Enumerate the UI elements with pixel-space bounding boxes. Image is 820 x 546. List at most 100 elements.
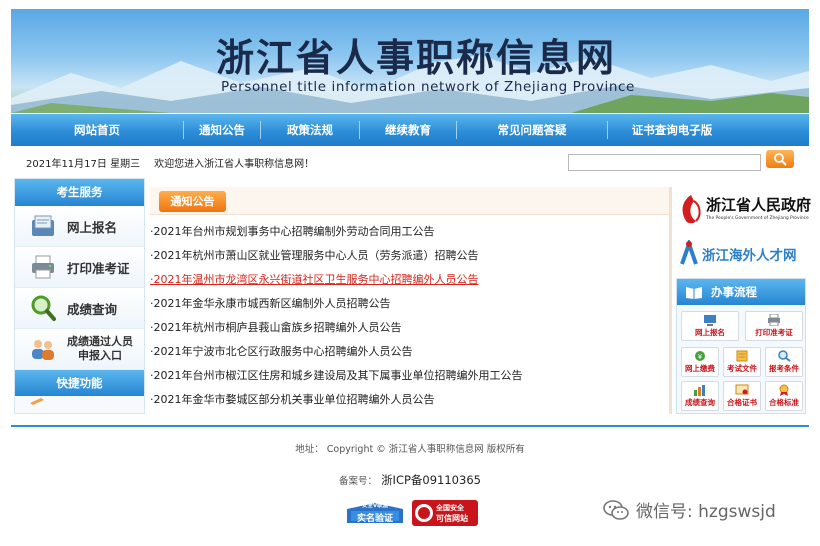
svg-text:¥: ¥ xyxy=(698,353,703,361)
printer-icon xyxy=(768,314,780,326)
certificate-icon xyxy=(735,384,749,395)
document-icon xyxy=(736,350,748,362)
list-item[interactable]: ·2021年台州市椒江区住房和城乡建设局及其下属事业单位招聘编外用工公告 xyxy=(150,366,670,390)
proc-standard-button[interactable]: 合格标准 xyxy=(765,381,803,411)
talent-logo-icon xyxy=(680,240,698,265)
wechat-watermark: 微信号: hzgswsjd xyxy=(602,497,776,522)
proc-label: 打印准考证 xyxy=(755,328,793,337)
magnifier-icon xyxy=(31,295,56,321)
people-icon xyxy=(32,340,54,360)
proc-score-query-button[interactable]: 成绩查询 xyxy=(681,381,719,411)
list-item[interactable]: ·2021年台州市规划事务中心招聘编制外劳动合同用工公告 xyxy=(150,222,670,246)
proc-conditions-button[interactable]: 报考条件 xyxy=(765,347,803,377)
notice-link[interactable]: ·2021年台州市椒江区住房和城乡建设局及其下属事业单位招聘编外用工公告 xyxy=(150,369,523,382)
sidebar-item-passed-entry[interactable]: 成绩通过人员 申报入口 xyxy=(15,329,144,370)
list-item[interactable]: ·2021年金华永康市城西新区编制外人员招聘公告 xyxy=(150,294,670,318)
current-date: 2021年11月17日 星期三 xyxy=(26,159,141,170)
notice-link[interactable]: ·2021年杭州市桐庐县莪山畲族乡招聘编外人员公告 xyxy=(150,321,402,334)
proc-register-button[interactable]: 网上报名 xyxy=(681,311,739,341)
payment-icon: ¥ xyxy=(695,351,705,361)
left-sidebar: 考生服务 网上报名 打印准考证 成绩查询 成绩通过人员 申报入口 快捷功能 xyxy=(14,178,145,414)
quick-functions-heading: 快捷功能 xyxy=(15,370,144,396)
badge2-top: 全国安全 xyxy=(436,504,464,512)
nav-certificate[interactable]: 证书查询电子版 xyxy=(608,114,736,146)
list-item-hovered[interactable]: ·2021年温州市龙湾区永兴街道社区卫生服务中心招聘编外人员公告 xyxy=(150,270,670,294)
search-input[interactable] xyxy=(568,154,761,171)
record-label: 备案号： xyxy=(339,476,378,487)
talent-title: 浙江海外人才网 xyxy=(702,248,797,264)
chart-icon xyxy=(694,385,705,396)
magnifier-icon xyxy=(778,350,791,362)
proc-certificate-button[interactable]: 合格证书 xyxy=(723,381,761,411)
wechat-id: 微信号: hzgswsjd xyxy=(636,502,776,522)
process-heading: 办事流程 xyxy=(677,279,805,305)
list-item[interactable]: ·2021年杭州市萧山区就业管理服务中心人员（劳务派遣）招聘公告 xyxy=(150,246,670,270)
notice-link[interactable]: ·2021年金华永康市城西新区编制外人员招聘公告 xyxy=(150,297,391,310)
trusted-site-badge[interactable]: 全国安全 可信网站 xyxy=(412,499,478,527)
info-bar: 2021年11月17日 星期三 欢迎您进入浙江省人事职称信息网！ xyxy=(26,155,314,170)
search-icon xyxy=(774,153,787,166)
proc-label: 网上缴费 xyxy=(685,364,715,373)
proc-label: 合格证书 xyxy=(727,398,757,407)
award-icon xyxy=(779,384,789,396)
footer-divider xyxy=(11,425,809,427)
notice-link[interactable]: ·2021年温州市龙湾区永兴街道社区卫生服务中心招聘编外人员公告 xyxy=(150,273,479,286)
welcome-text: 欢迎您进入浙江省人事职称信息网！ xyxy=(154,159,315,170)
wechat-icon xyxy=(603,499,629,520)
icp-number[interactable]: 浙ICP备09110365 xyxy=(381,473,481,487)
search-button[interactable] xyxy=(766,150,794,168)
sidebar-item-label: 网上报名 xyxy=(67,219,118,235)
sidebar-heading: 考生服务 xyxy=(15,179,144,206)
nav-home[interactable]: 网站首页 xyxy=(11,114,183,146)
real-name-verification-badge[interactable]: 安全V联盟 实名验证 xyxy=(345,501,405,527)
proc-label: 考试文件 xyxy=(727,364,757,373)
proc-label: 合格标准 xyxy=(769,398,799,407)
badge1-main: 实名验证 xyxy=(356,514,393,524)
sidebar-item-score-query[interactable]: 成绩查询 xyxy=(15,288,144,329)
record-line: 备案号： 浙ICP备09110365 xyxy=(0,472,820,488)
sidebar-item-print-ticket[interactable]: 打印准考证 xyxy=(15,247,144,288)
tab-notices[interactable]: 通知公告 xyxy=(159,191,226,212)
pencil-icon xyxy=(30,398,44,405)
badge1-top: 安全V联盟 xyxy=(361,503,389,509)
notice-link[interactable]: ·2021年宁波市北仑区行政服务中心招聘编外人员公告 xyxy=(150,345,413,358)
proc-exam-docs-button[interactable]: 考试文件 xyxy=(723,347,761,377)
proc-label: 报考条件 xyxy=(769,364,799,373)
nav-faq[interactable]: 常见问题答疑 xyxy=(457,114,607,146)
list-item[interactable]: ·2021年宁波市北仑区行政服务中心招聘编外人员公告 xyxy=(150,342,670,366)
notice-link[interactable]: ·2021年金华市婺城区部分机关事业单位招聘编外人员公告 xyxy=(150,393,435,406)
notice-link[interactable]: ·2021年杭州市萧山区就业管理服务中心人员（劳务派遣）招聘公告 xyxy=(150,249,479,262)
site-subtitle: Personnel title information network of Z… xyxy=(221,79,635,95)
overseas-talent-link[interactable]: 浙江海外人才网 xyxy=(678,237,806,269)
list-item[interactable]: ·2021年杭州市桐庐县莪山畲族乡招聘编外人员公告 xyxy=(150,318,670,342)
zhejiang-government-link[interactable]: 浙江省人民政府 The People's Government of Zheji… xyxy=(678,190,811,230)
government-subtitle: The People's Government of Zhejiang Prov… xyxy=(706,216,809,221)
book-icon xyxy=(686,287,702,299)
process-grid: 网上报名 打印准考证 xyxy=(677,305,805,347)
header-banner: 浙江省人事职称信息网 Personnel title information n… xyxy=(11,9,809,113)
nav-notices[interactable]: 通知公告 xyxy=(184,114,260,146)
government-title: 浙江省人民政府 xyxy=(706,196,812,214)
label-line-1: 成绩通过人员 xyxy=(67,335,133,348)
copyright-text: 地址： Copyright © 浙江省人事职称信息网 版权所有 xyxy=(295,444,525,455)
sidebar-item-label: 打印准考证 xyxy=(67,260,130,276)
notice-link[interactable]: ·2021年台州市规划事务中心招聘编制外劳动合同用工公告 xyxy=(150,225,435,238)
sidebar-item-label: 成绩查询 xyxy=(67,301,118,317)
quick-functions-area xyxy=(15,396,144,406)
proc-payment-button[interactable]: ¥ 网上缴费 xyxy=(681,347,719,377)
site-title: 浙江省人事职称信息网 xyxy=(216,35,617,80)
main-nav: 网站首页 通知公告 政策法规 继续教育 常见问题答疑 证书查询电子版 xyxy=(11,114,809,146)
printer-icon xyxy=(32,255,54,279)
government-emblem-icon xyxy=(682,195,701,224)
sidebar-item-register[interactable]: 网上报名 xyxy=(15,206,144,247)
process-panel: 办事流程 网上报名 打印准考证 ¥ 网上缴费 考试文件 报考条件 成绩查询 合格… xyxy=(676,278,806,414)
proc-print-ticket-button[interactable]: 打印准考证 xyxy=(745,311,803,341)
nav-education[interactable]: 继续教育 xyxy=(360,114,456,146)
nav-policies[interactable]: 政策法规 xyxy=(261,114,359,146)
badge2-main: 可信网站 xyxy=(436,514,468,523)
notice-header: 通知公告 xyxy=(150,187,670,215)
sidebar-item-label: 成绩通过人员 申报入口 xyxy=(67,335,133,363)
label-line-2: 申报入口 xyxy=(78,349,122,362)
notice-list: ·2021年台州市规划事务中心招聘编制外劳动合同用工公告 ·2021年杭州市萧山… xyxy=(150,222,670,414)
list-item[interactable]: ·2021年金华市婺城区部分机关事业单位招聘编外人员公告 xyxy=(150,390,670,414)
